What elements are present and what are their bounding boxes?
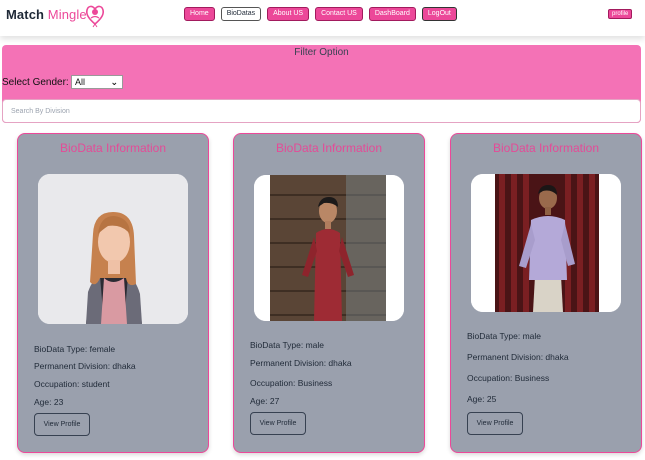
brand-part-1: Match bbox=[6, 7, 45, 22]
profile-photo bbox=[38, 174, 188, 324]
biodata-card: BioData Information BioData Type: male P… bbox=[450, 133, 642, 453]
age: Age: 23 bbox=[34, 397, 64, 407]
brand-name[interactable]: Match Mingle bbox=[6, 7, 87, 22]
nav-dashboard-button[interactable]: DashBoard bbox=[368, 7, 416, 21]
biodata-card: BioData Information BioData Type: female… bbox=[17, 133, 209, 453]
profile-photo bbox=[254, 175, 404, 321]
profile-photo bbox=[471, 174, 621, 312]
permanent-division: Permanent Division: dhaka bbox=[467, 352, 569, 362]
person-photo-female bbox=[38, 174, 188, 324]
view-profile-button[interactable]: View Profile bbox=[467, 412, 523, 435]
card-title: BioData Information bbox=[59, 141, 167, 155]
gender-select-value: All bbox=[75, 77, 86, 87]
profile-button[interactable]: profile bbox=[608, 9, 633, 19]
age: Age: 25 bbox=[467, 394, 497, 404]
biodata-type: BioData Type: female bbox=[34, 344, 116, 354]
card-title: BioData Information bbox=[275, 141, 383, 155]
search-division-input[interactable]: Search By Division bbox=[2, 99, 641, 123]
chevron-down-icon: ⌄ bbox=[110, 77, 118, 87]
filter-title: Filter Option bbox=[294, 47, 349, 58]
gender-select[interactable]: All ⌄ bbox=[71, 75, 123, 89]
nav-contact-button[interactable]: Contact US bbox=[315, 7, 363, 21]
occupation: Occupation: Business bbox=[250, 378, 333, 388]
nav-links: Home BioDatas About US Contact US DashBo… bbox=[184, 7, 457, 21]
permanent-division: Permanent Division: dhaka bbox=[250, 358, 352, 368]
biodata-type: BioData Type: male bbox=[250, 340, 325, 350]
occupation: Occupation: student bbox=[34, 379, 110, 389]
navbar: Match Mingle Home BioDatas About US Cont… bbox=[0, 0, 645, 36]
brand-part-2: Mingle bbox=[47, 7, 87, 22]
nav-biodatas-button[interactable]: BioDatas bbox=[220, 7, 262, 21]
card-title: BioData Information bbox=[492, 141, 600, 155]
nav-home-button[interactable]: Home bbox=[184, 7, 215, 21]
biodata-card: BioData Information BioData Type: male P… bbox=[233, 133, 425, 453]
biodata-type: BioData Type: male bbox=[467, 331, 542, 341]
permanent-division: Permanent Division: dhaka bbox=[34, 361, 136, 371]
occupation: Occupation: Business bbox=[467, 373, 550, 383]
filter-panel: Filter Option Select Gender: All ⌄ Searc… bbox=[2, 45, 641, 123]
age: Age: 27 bbox=[250, 396, 280, 406]
person-photo-male bbox=[471, 174, 621, 312]
person-photo-male bbox=[254, 175, 404, 321]
gender-label: Select Gender: bbox=[2, 77, 69, 88]
view-profile-button[interactable]: View Profile bbox=[34, 413, 90, 436]
nav-logout-button[interactable]: LogOut bbox=[421, 7, 457, 21]
heart-logo-icon bbox=[85, 5, 105, 28]
view-profile-button[interactable]: View Profile bbox=[250, 412, 306, 435]
nav-about-button[interactable]: About US bbox=[267, 7, 310, 21]
